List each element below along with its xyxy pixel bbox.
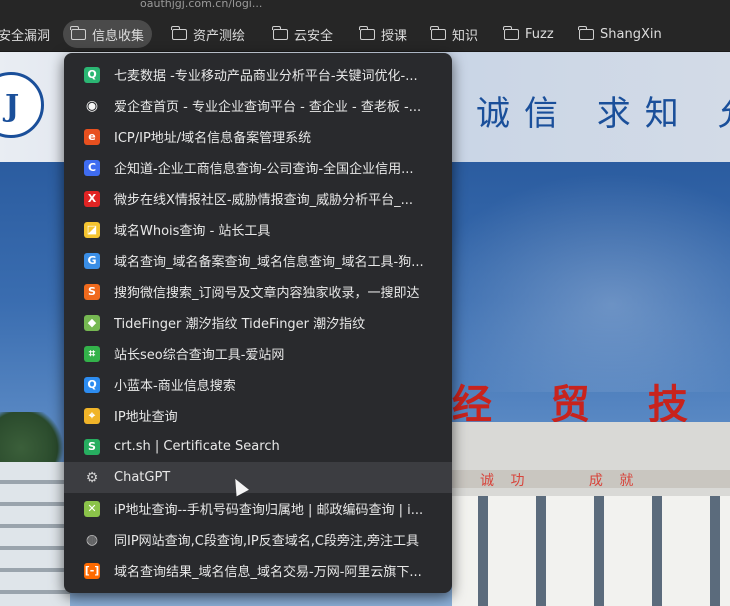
dropdown-item-label: 七麦数据 -专业移动产品商业分析平台-关键词优化-... [114,69,418,84]
gogoaa-icon: G [84,252,100,269]
dropdown-item[interactable]: G 域名查询_域名备案查询_域名信息查询_域名工具-狗... [64,245,452,276]
building-right-image [452,422,730,606]
dropdown-item-label: 搜狗微信搜索_订阅号及文章内容独家收录，一搜即达 [114,286,420,301]
folder-icon [70,25,86,40]
dropdown-item-label: crt.sh | Certificate Search [114,439,280,454]
aizhan-icon: ⌗ [84,345,100,362]
xiaolanben-icon: Q [84,376,100,393]
bookmark-label: 云安全 [294,28,334,44]
dropdown-item[interactable]: e ICP/IP地址/域名信息备案管理系统 [64,121,452,152]
folder-icon [578,25,594,40]
dropdown-item-label: 域名查询_域名备案查询_域名信息查询_域名工具-狗... [114,255,424,270]
bookmark-xinxishouji[interactable]: 信息收集 [63,20,153,48]
dropdown-item[interactable]: Q 七麦数据 -专业移动产品商业分析平台-关键词优化-... [64,59,452,90]
dropdown-item-label: 微步在线X情报社区-威胁情报查询_威胁分析平台_... [114,193,413,208]
dropdown-item-label: 域名Whois查询 - 站长工具 [114,224,271,239]
dropdown-item-label: 同IP网站查询,C段查询,IP反查域名,C段旁注,旁注工具 [114,534,420,549]
chatgpt-icon: ⚙ [85,469,99,486]
bookmark-label: 知识 [452,28,479,44]
dropdown-item[interactable]: [-] 域名查询结果_域名信息_域名交易-万网-阿里云旗下... [64,555,452,586]
address-bar-text: oauthjgj.com.cn/logi... [140,0,263,10]
dropdown-item[interactable]: C 企知道-企业工商信息查询-公司查询-全国企业信用... [64,152,452,183]
bookmark-fuzz[interactable]: Fuzz [496,20,562,48]
folder-icon [359,25,375,40]
school-logo: J [0,72,44,138]
dropdown-item[interactable]: ⌖ IP地址查询 [64,400,452,431]
ip-location-icon: ⌖ [84,407,100,424]
dropdown-item[interactable]: ✕ iP地址查询--手机号码查询归属地 | 邮政编码查询 | i... [64,493,452,524]
bookmark-yunanquan[interactable]: 云安全 [265,20,341,48]
dropdown-item-label: TideFinger 潮汐指纹 TideFinger 潮汐指纹 [114,317,366,332]
chinaz-icon: ◪ [84,221,100,238]
bookmark-label: ShangXin [600,26,662,42]
dropdown-item[interactable]: Q 小蓝本-商业信息搜索 [64,369,452,400]
small-sign-2: 成 就 [588,473,640,489]
globe-icon: ◍ [85,531,99,548]
folder-icon [272,25,288,40]
dropdown-item-label: iP地址查询--手机号码查询归属地 | 邮政编码查询 | i... [114,503,424,518]
dropdown-item[interactable]: ◆ TideFinger 潮汐指纹 TideFinger 潮汐指纹 [64,307,452,338]
dropdown-item-label: 企知道-企业工商信息查询-公司查询-全国企业信用... [114,162,414,177]
bookmark-label: 资产测绘 [193,28,246,44]
dropdown-item-label: ICP/IP地址/域名信息备案管理系统 [114,131,312,146]
bookmark-anquanloudong[interactable]: 安全漏洞 [0,20,58,48]
tidefinger-icon: ◆ [84,314,100,331]
small-sign-1: 诚 功 [480,473,531,489]
bookmark-shouke[interactable]: 授课 [352,20,415,48]
sky-glow [420,172,730,392]
dropdown-item[interactable]: ◉ 爱企查首页 - 专业企业查询平台 - 查企业 - 查老板 -... [64,90,452,121]
dropdown-item-label: 站长seo综合查询工具-爱站网 [114,348,285,363]
qizhidao-icon: C [84,159,100,176]
bookmarks-bar: 安全漏洞 信息收集 资产测绘 云安全 授课 知识 Fuzz ShangXin [0,14,730,52]
dropdown-item[interactable]: ◍ 同IP网站查询,C段查询,IP反查域名,C段旁注,旁注工具 [64,524,452,555]
bookmark-zichancehui[interactable]: 资产测绘 [164,20,253,48]
dropdown-item-label: ChatGPT [114,470,171,485]
dropdown-item-label: IP地址查询 [114,410,178,425]
threatbook-icon: X [84,190,100,207]
folder-icon [503,25,519,40]
bookmark-zhishi[interactable]: 知识 [423,20,486,48]
dropdown-item[interactable]: Scrt.sh | Certificate Search [64,431,452,462]
building-left-image [0,462,70,606]
folder-icon [430,25,446,40]
ip138-icon: ✕ [84,500,100,517]
bookmark-shangxin[interactable]: ShangXin [571,20,670,48]
aiqicha-icon: ◉ [85,97,99,114]
folder-icon [171,25,187,40]
bookmark-label: Fuzz [525,26,554,42]
bookmark-label: 信息收集 [92,28,145,44]
dropdown-item-label: 小蓝本-商业信息搜索 [114,379,236,394]
dropdown-item[interactable]: ⚙ ChatGPT [64,462,452,493]
address-bar[interactable]: oauthjgj.com.cn/logi... [0,0,730,14]
dropdown-item[interactable]: ◪ 域名Whois查询 - 站长工具 [64,214,452,245]
bookmark-label: 授课 [381,28,408,44]
sogou-icon: S [84,283,100,300]
aliyun-icon: [-] [84,562,100,579]
dropdown-item[interactable]: ⌗ 站长seo综合查询工具-爱站网 [64,338,452,369]
building-windows [452,496,730,606]
dropdown-item-label: 域名查询结果_域名信息_域名交易-万网-阿里云旗下... [114,565,422,580]
bookmark-folder-dropdown: Q 七麦数据 -专业移动产品商业分析平台-关键词优化-... ◉ 爱企查首页 - 专业… [64,53,452,593]
school-motto: 诚信 求知 允 [476,94,730,134]
miit-icon: e [84,128,100,145]
dropdown-item[interactable]: X 微步在线X情报社区-威胁情报查询_威胁分析平台_... [64,183,452,214]
dropdown-item[interactable]: S 搜狗微信搜索_订阅号及文章内容独家收录，一搜即达 [64,276,452,307]
dropdown-item-label: 爱企查首页 - 专业企业查询平台 - 查企业 - 查老板 -... [114,100,422,115]
bookmark-label: 安全漏洞 [0,28,51,44]
small-signs: 诚 功 成 就 [480,470,687,490]
qimai-icon: Q [84,66,100,83]
crtsh-icon: S [84,438,100,455]
